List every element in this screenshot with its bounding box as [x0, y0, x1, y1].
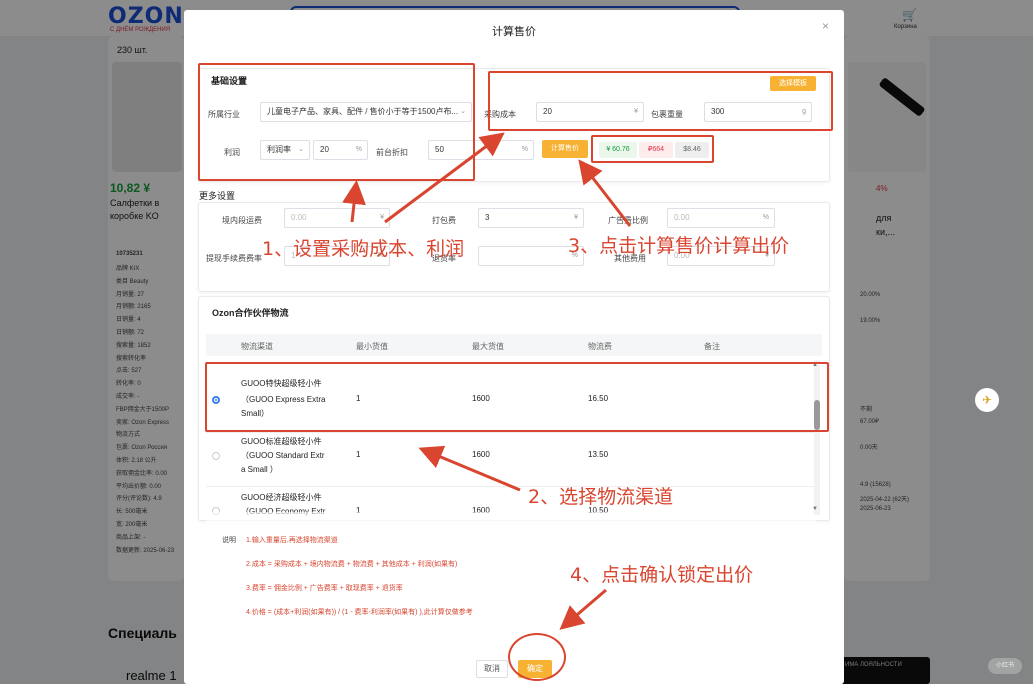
arrow-step3: [578, 159, 632, 227]
arrow-step1-cost: [384, 132, 505, 224]
annotation-step2: 2、选择物流渠道: [528, 486, 674, 508]
arrow-step4: [559, 588, 607, 630]
annotation-step1: 1、设置采购成本、利润: [262, 238, 465, 260]
arrow-step2: [418, 445, 521, 492]
annotation-step4: 4、点击确认锁定出价: [570, 564, 754, 586]
annotation-step3: 3、点击计算售价计算出价: [568, 235, 790, 257]
annotation-arrows: [342, 132, 632, 630]
arrow-step1-basic: [342, 180, 366, 223]
